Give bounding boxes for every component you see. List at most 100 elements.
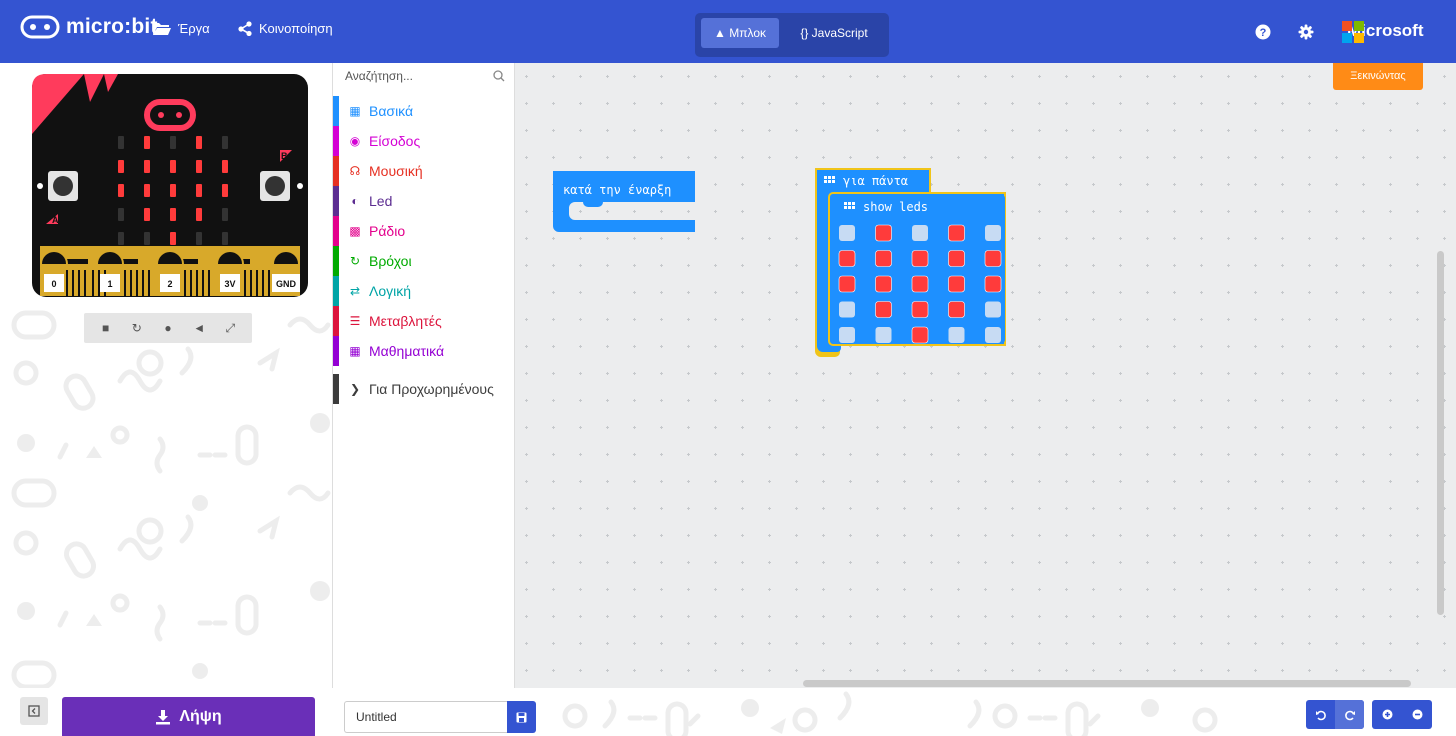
button-b[interactable] [260,171,290,201]
board-led [170,184,176,197]
chevron-down-icon: ❯ [349,382,361,396]
led-toggle[interactable] [985,301,1001,318]
on-start-block[interactable]: κατά την έναρξη [553,171,695,232]
download-button[interactable]: Λήψη [62,697,315,736]
category-advanced[interactable]: ❯ Για Προχωρημένους [333,374,516,404]
stop-icon[interactable]: ■ [96,321,116,335]
category-input[interactable]: ◉ Είσοδος [333,126,516,156]
led-toggle[interactable] [875,275,892,293]
headphones-icon: ☊ [349,164,361,178]
microbit-logo[interactable]: micro:bit [20,15,158,39]
led-toggle[interactable] [875,301,892,318]
horizontal-scrollbar[interactable] [803,680,1411,687]
led-toggle[interactable] [912,225,928,241]
zoom-in-button[interactable] [1373,700,1402,729]
save-button[interactable] [507,701,536,733]
save-icon [516,712,527,722]
javascript-tab[interactable]: {} JavaScript [785,18,883,48]
category-logic[interactable]: ⇄ Λογική [333,276,516,306]
board-led [118,208,124,221]
vertical-scrollbar[interactable] [1437,251,1444,615]
on-start-label: κατά την έναρξη [563,183,671,197]
undo-button[interactable] [1306,700,1335,729]
simulator-controls: ■ ↻ ● ◄ ⤢ [84,313,252,343]
led-toggle[interactable] [984,275,1002,293]
fullscreen-icon[interactable]: ⤢ [220,321,240,336]
mute-icon[interactable]: ◄ [189,321,209,335]
category-variables[interactable]: ☰ Μεταβλητές [333,306,516,336]
help-icon[interactable]: ? [1255,24,1271,40]
led-toggle[interactable] [948,275,965,293]
led-toggle[interactable] [948,224,965,242]
projects-label: Έργα [178,21,210,36]
led-toggle[interactable] [948,301,965,318]
category-label: Μεταβλητές [369,313,442,329]
board-led [144,160,150,173]
board-led [118,136,124,149]
collapse-icon [28,705,40,717]
board-led [196,136,202,149]
simulator-panel: A B 0 1 2 3V GND ■ ↻ ● ◄ ⤢ [0,63,332,688]
toolbox: ▦ Βασικά ◉ Είσοδος ☊ Μουσική ◐ Led ▩ Ράδ… [332,63,515,688]
category-led[interactable]: ◐ Led [333,186,516,216]
button-a[interactable] [48,171,78,201]
led-toggle[interactable] [911,250,929,267]
search-input[interactable] [333,63,473,89]
zoom-out-button[interactable] [1403,700,1432,729]
category-math[interactable]: ▦ Μαθηματικά [333,336,516,366]
microbit-board: A B 0 1 2 3V GND [32,74,308,297]
collapse-simulator-button[interactable] [20,697,48,725]
grid-icon [823,175,835,186]
slowmo-icon[interactable]: ● [158,321,178,335]
search-icon[interactable] [493,70,505,82]
top-bar: micro:bit Έργα Κοινοποίηση ▲ Μπλοκ {} Ja… [0,0,1456,63]
target-icon: ◉ [349,134,361,148]
redo-button[interactable] [1335,700,1364,729]
led-toggle[interactable] [948,327,965,343]
bottom-bar: Λήψη [0,688,1456,736]
pin-label-gnd: GND [276,279,297,289]
pin-label-2: 2 [167,279,172,289]
led-toggle[interactable] [911,301,929,318]
category-music[interactable]: ☊ Μουσική [333,156,516,186]
led-toggle[interactable] [875,327,892,343]
project-name-input[interactable] [344,701,507,733]
category-label: Βρόχοι [369,253,412,269]
blocks-tab[interactable]: ▲ Μπλοκ [701,18,779,48]
blocks-layer: κατά την έναρξη για πάντα show leds [553,168,1006,357]
led-toggle[interactable] [838,250,856,267]
board-led [196,208,202,221]
category-label: Led [369,193,393,209]
led-toggle[interactable] [911,326,929,344]
projects-button[interactable]: Έργα [152,21,210,36]
category-basic[interactable]: ▦ Βασικά [333,96,516,126]
restart-icon[interactable]: ↻ [127,321,147,335]
category-label: Βασικά [369,103,414,119]
led-toggle[interactable] [875,250,892,267]
folder-icon [153,23,171,35]
led-toggle[interactable] [839,225,855,241]
led-toggle[interactable] [985,327,1001,343]
show-leds-label: show leds [863,200,928,214]
grid-icon: ▦ [349,104,361,118]
board-led [222,160,228,173]
led-toggle[interactable] [984,250,1002,267]
toolbox-search [333,63,516,91]
category-radio[interactable]: ▩ Ράδιο [333,216,516,246]
led-toggle[interactable] [875,224,892,242]
zoom-out-icon [1412,709,1423,720]
led-toggle[interactable] [838,275,856,293]
microsoft-logo[interactable]: Microsoft [1342,21,1424,43]
led-toggle[interactable] [839,301,855,318]
category-label: Μαθηματικά [369,343,445,359]
blocks-workspace[interactable]: Ξεκινώντας κατά την έναρξη για πάντα sho… [515,63,1456,688]
category-loops[interactable]: ↻ Βρόχοι [333,246,516,276]
show-leds-block[interactable]: show leds [828,192,1006,346]
led-toggle[interactable] [985,225,1001,241]
app-name: micro:bit [66,15,158,38]
share-button[interactable]: Κοινοποίηση [237,21,333,36]
settings-icon[interactable] [1298,24,1314,40]
led-toggle[interactable] [839,327,855,343]
led-toggle[interactable] [911,275,929,293]
led-toggle[interactable] [948,250,965,267]
